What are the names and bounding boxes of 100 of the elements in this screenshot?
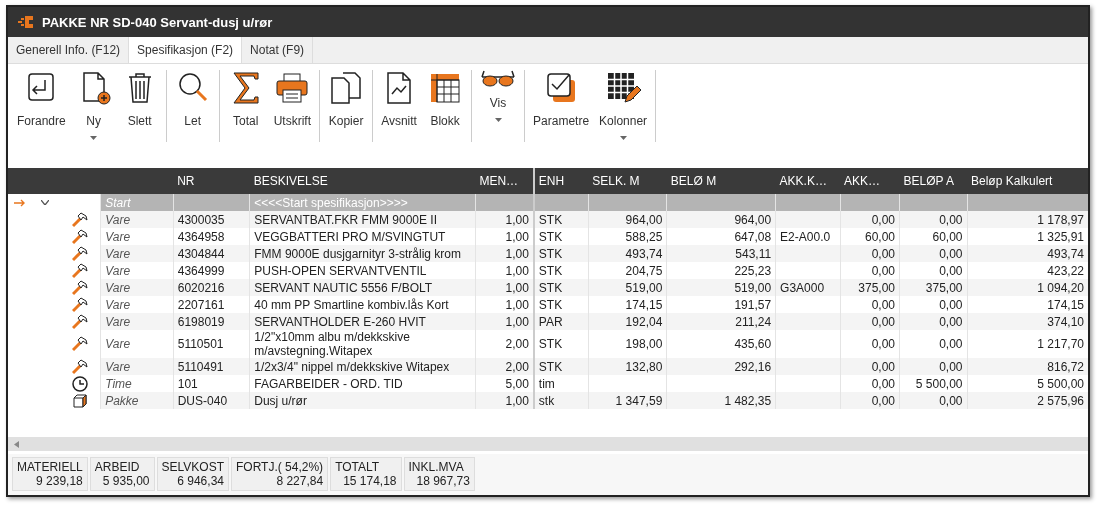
column-header[interactable]: BELØP A (899, 168, 967, 194)
table-cell: 192,04 (625, 314, 663, 329)
row-type: Vare (100, 358, 174, 375)
summary-label: MATERIELL (17, 460, 83, 474)
table-cell: 519,00 (734, 280, 772, 295)
table-cell: STK (538, 297, 563, 312)
toolbar-button[interactable]: Slett (116, 68, 163, 142)
table-cell: 1 325,91 (1037, 229, 1084, 244)
table-cell: SERVANT NAUTIC 5556 F/BOLT (254, 280, 433, 295)
table-cell: 1 217,70 (1037, 337, 1084, 351)
hammer-icon (72, 262, 89, 279)
horizontal-scrollbar[interactable] (8, 437, 1088, 451)
table-cell: 0,00 (871, 337, 895, 351)
table-cell: 2207161 (177, 297, 225, 312)
column-header[interactable]: ENH (533, 168, 589, 194)
table-cell: 493,74 (625, 246, 663, 261)
table-cell: 0,00 (871, 297, 895, 312)
table-cell: 225,23 (734, 263, 772, 278)
toolbar-button[interactable]: Kolonner (594, 68, 653, 142)
toolbar-button[interactable]: Total (222, 68, 269, 142)
table-cell: 4364958 (177, 229, 225, 244)
table-cell: 0,00 (939, 263, 963, 278)
table-cell: 132,80 (625, 359, 663, 374)
table-cell: 211,24 (735, 314, 772, 329)
column-header[interactable]: BELØ M (666, 168, 776, 194)
chevron-icon[interactable] (41, 200, 50, 205)
table-cell: 0,00 (939, 393, 963, 408)
table-cell: 1,00 (505, 393, 529, 408)
summary-value: 8 227,84 (275, 474, 324, 488)
table-cell: FAGARBEIDER - ORD. TID (254, 376, 403, 391)
row-type: Pakke (100, 392, 174, 409)
toolbar-button[interactable]: Blokk (422, 68, 469, 142)
table-cell: 1,00 (505, 297, 529, 312)
toolbar-button[interactable]: Parametre (528, 68, 595, 142)
row-type: Vare (100, 279, 174, 296)
table-cell: 60,00 (932, 229, 963, 244)
tab[interactable]: Notat (F9) (242, 37, 314, 63)
row-type: Start (100, 194, 174, 211)
scroll-left-icon[interactable] (14, 440, 19, 448)
table-cell: 519,00 (625, 280, 663, 295)
toolbar-button[interactable]: Vis (475, 68, 522, 124)
table-cell: 204,75 (625, 263, 663, 278)
summary-value: 9 239,18 (35, 474, 83, 488)
table-cell: 423,22 (1047, 263, 1084, 278)
toolbar-button[interactable]: Kopier (323, 68, 370, 142)
table-cell: 5110491 (177, 359, 224, 374)
summary-label: FORTJ.( 54,2%) (236, 460, 324, 474)
toolbar-button[interactable]: Ny (70, 68, 117, 142)
table-cell: FMM 9000E dusjgarnityr 3-strålig krom (254, 246, 461, 261)
table-cell: PUSH-OPEN SERVANTVENTIL (254, 263, 427, 278)
hammer-icon (72, 313, 89, 330)
toolbar-button[interactable]: Let (169, 68, 216, 142)
table-cell: 588,25 (625, 229, 663, 244)
column-header[interactable]: BESKIVELSE (249, 168, 476, 194)
table-cell: 198,00 (625, 337, 663, 351)
table-cell: 435,60 (734, 337, 772, 351)
table-cell: 4364999 (177, 263, 225, 278)
table-cell: 174,15 (1047, 297, 1084, 312)
table-cell: 1,00 (505, 263, 529, 278)
table-cell: stk (538, 393, 555, 408)
table-cell: DUS-040 (177, 393, 228, 408)
toolbar-button[interactable]: Forandre (12, 68, 71, 142)
table-cell: 375,00 (925, 280, 963, 295)
table-cell: 1,00 (505, 314, 529, 329)
table-cell: 543,11 (735, 246, 772, 261)
table-cell: 4300035 (177, 212, 225, 227)
column-header[interactable]: NR (173, 168, 250, 194)
table-cell: 0,00 (871, 376, 895, 391)
table-cell: tim (538, 376, 555, 391)
table-cell: 5,00 (505, 376, 529, 391)
table-cell: STK (538, 246, 563, 261)
table-cell: 40 mm PP Smartline kombiv.lås Kort (254, 297, 449, 312)
table-cell: 816,72 (1047, 359, 1084, 374)
table-cell: 1 094,20 (1037, 280, 1084, 295)
table-cell: 375,00 (858, 280, 895, 295)
column-header[interactable]: MEN… (475, 168, 534, 194)
hammer-icon (72, 228, 89, 245)
table-cell: 0,00 (871, 359, 895, 374)
summary-value: 15 174,18 (342, 474, 397, 488)
table-cell: Dusj u/rør (254, 393, 307, 408)
table-cell: 647,08 (734, 229, 772, 244)
table-cell: 0,00 (939, 314, 963, 329)
table-cell: VEGGBATTERI PRO M/SVINGTUT (254, 229, 446, 244)
table-cell: 0,00 (871, 314, 895, 329)
column-header[interactable]: Beløp Kalkulert (967, 168, 1088, 194)
table-cell: SERVANTBAT.FKR FMM 9000E II (254, 212, 437, 227)
column-header[interactable]: AKK.K… (775, 168, 841, 194)
table-cell: STK (538, 359, 563, 374)
column-header[interactable]: SELK. M (588, 168, 667, 194)
table-cell: 1/2x3/4" nippel m/dekkskive Witapex (254, 359, 450, 374)
column-header[interactable]: AKK… (840, 168, 900, 194)
table-cell: 1 178,97 (1037, 212, 1084, 227)
table-cell: 0,00 (871, 393, 895, 408)
summary-value: 5 935,00 (101, 474, 150, 488)
table-cell: 292,16 (734, 359, 772, 374)
tab[interactable]: Spesifikasjon (F2) (129, 37, 243, 63)
toolbar-button[interactable]: Utskrift (268, 68, 317, 142)
toolbar-button[interactable]: Avsnitt (376, 68, 423, 142)
table-cell: 6020216 (177, 280, 225, 295)
table-cell: 0,00 (939, 297, 963, 312)
